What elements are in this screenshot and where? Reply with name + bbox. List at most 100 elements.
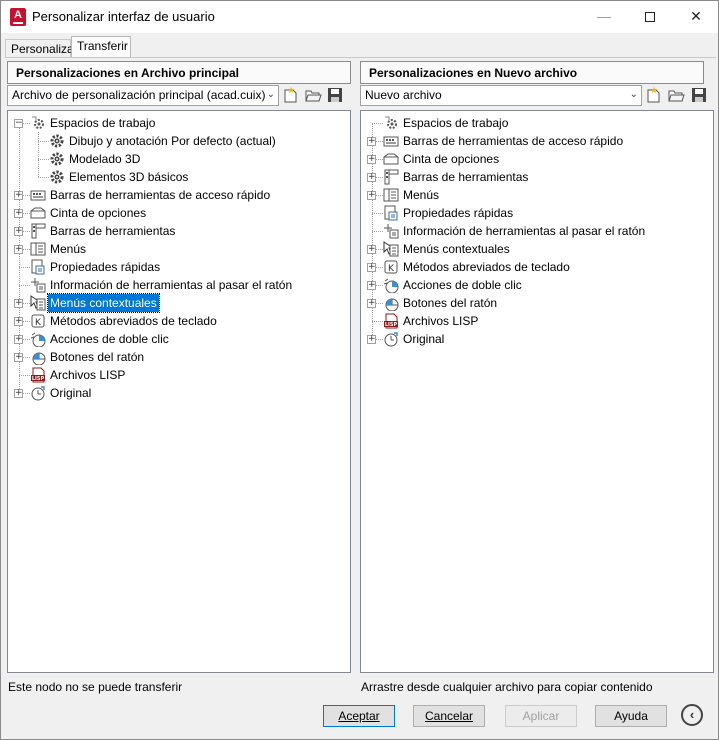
maximize-icon[interactable] (627, 1, 673, 31)
expand-node-icon[interactable]: + (367, 335, 376, 344)
expand-node-icon[interactable]: + (14, 245, 23, 254)
new-file-icon[interactable] (645, 86, 663, 104)
expand-node-icon[interactable]: + (367, 299, 376, 308)
left-file-select[interactable]: Archivo de personalización principal (ac… (7, 85, 279, 106)
apply-button[interactable]: Aplicar (505, 705, 577, 727)
expand-node-icon[interactable]: + (14, 299, 23, 308)
tree-node[interactable]: Propiedades rápidas (8, 258, 350, 276)
expand-node-icon[interactable]: + (14, 317, 23, 326)
tree-node[interactable]: + K Métodos abreviados de teclado (361, 258, 713, 276)
right-tree-view[interactable]: Espacios de trabajo + Barras de herramient… (360, 110, 714, 673)
tree-node-label: Acciones de doble clic (403, 278, 522, 292)
double-click-icon (30, 332, 46, 347)
expand-node-icon[interactable]: + (14, 353, 23, 362)
expand-node-icon[interactable]: + (14, 389, 23, 398)
tree-node[interactable]: + Menús (361, 186, 713, 204)
expand-node-icon[interactable]: + (14, 227, 23, 236)
tree-node[interactable]: Información de herramientas al pasar el … (8, 276, 350, 294)
tree-node-label: Archivos LISP (403, 314, 479, 328)
chevron-down-icon: ⌄ (266, 89, 275, 100)
tree-node-label: Acciones de doble clic (50, 332, 169, 346)
tree-node-label: Información de herramientas al pasar el … (403, 224, 646, 238)
quick-properties-icon (31, 259, 45, 275)
transfer-tab-content: Personalizaciones en Archivo principal A… (5, 57, 716, 697)
new-file-icon[interactable] (282, 86, 300, 104)
help-button-label: Ayuda (614, 709, 648, 723)
left-tree-view[interactable]: − Espacios de trabajo Dibujo y anotación P… (7, 110, 351, 673)
tree-node[interactable]: + Cinta de opciones (8, 204, 350, 222)
tree-node[interactable]: Espacios de trabajo (361, 114, 713, 132)
left-file-select-value: Archivo de personalización principal (ac… (12, 88, 266, 102)
tree-node[interactable]: LISP Archivos LISP (361, 312, 713, 330)
svg-text:LISP: LISP (385, 322, 398, 328)
right-file-select[interactable]: Nuevo archivo ⌄ (360, 85, 642, 106)
tab-personalizar[interactable]: Personalizar (5, 39, 78, 58)
tree-node[interactable]: + Barras de herramientas (8, 222, 350, 240)
open-file-icon[interactable] (304, 86, 322, 104)
tree-node[interactable]: + Acciones de doble clic (8, 330, 350, 348)
tree-node[interactable]: Modelado 3D (8, 150, 350, 168)
tree-node[interactable]: Dibujo y anotación Por defecto (actual) (8, 132, 350, 150)
toolbars-icon (384, 169, 399, 185)
ribbon-icon (383, 153, 399, 165)
tree-node-label: Barras de herramientas de acceso rápido (403, 134, 624, 148)
expand-node-icon[interactable]: + (14, 209, 23, 218)
tree-node[interactable]: − Espacios de trabajo (8, 114, 350, 132)
cancel-button[interactable]: Cancelar (413, 705, 485, 727)
expand-node-icon[interactable]: + (367, 245, 376, 254)
tree-node[interactable]: Elementos 3D básicos (8, 168, 350, 186)
double-click-icon (383, 278, 399, 293)
tree-branch-line (372, 321, 383, 322)
expand-node-icon[interactable]: + (14, 335, 23, 344)
tab-transferir[interactable]: Transferir (71, 36, 131, 58)
tree-node-label: Menús (403, 188, 440, 202)
menus-icon (383, 188, 399, 202)
expand-node-icon[interactable]: + (367, 191, 376, 200)
tree-node[interactable]: Información de herramientas al pasar el … (361, 222, 713, 240)
tree-node[interactable]: + Barras de herramientas (361, 168, 713, 186)
expand-node-icon[interactable]: + (367, 155, 376, 164)
expand-node-icon[interactable]: + (14, 191, 23, 200)
save-file-icon[interactable] (690, 86, 708, 104)
left-status-text: Este nodo no se puede transferir (8, 680, 183, 694)
tree-branch-line (38, 177, 49, 178)
tree-node[interactable]: + Menús (8, 240, 350, 258)
tree-node[interactable]: LISP Archivos LISP (8, 366, 350, 384)
chevron-down-icon: ⌄ (629, 89, 638, 100)
accept-button[interactable]: Aceptar (323, 705, 395, 727)
help-button[interactable]: Ayuda (595, 705, 667, 727)
tree-node[interactable]: + K Métodos abreviados de teclado (8, 312, 350, 330)
ribbon-icon (30, 207, 46, 219)
tree-node-label: Espacios de trabajo (403, 116, 509, 130)
expand-node-icon[interactable]: + (367, 137, 376, 146)
tree-node[interactable]: + Botones del ratón (361, 294, 713, 312)
tree-node[interactable]: + Botones del ratón (8, 348, 350, 366)
collapse-arrow-icon[interactable]: ‹ (681, 704, 703, 726)
tree-node[interactable]: + Acciones de doble clic (361, 276, 713, 294)
tree-node[interactable]: + Menús contextuales (8, 293, 350, 313)
tree-node[interactable]: + Original (361, 330, 713, 348)
tree-node[interactable]: + Cinta de opciones (361, 150, 713, 168)
tree-node-label: Barras de herramientas (50, 224, 176, 238)
legacy-icon (384, 332, 398, 347)
tree-node-label: Barras de herramientas de acceso rápido (50, 188, 271, 202)
left-panel: Personalizaciones en Archivo principal (7, 61, 351, 84)
collapse-node-icon[interactable]: − (14, 119, 23, 128)
tree-branch-line (38, 141, 49, 142)
tree-node[interactable]: + Menús contextuales (361, 240, 713, 258)
tree-branch-line (372, 213, 383, 214)
open-file-icon[interactable] (667, 86, 685, 104)
tree-node[interactable]: Propiedades rápidas (361, 204, 713, 222)
tree-branch-line (372, 231, 383, 232)
minimize-icon[interactable]: — (581, 1, 627, 31)
save-file-icon[interactable] (326, 86, 344, 104)
expand-node-icon[interactable]: + (367, 281, 376, 290)
close-icon[interactable]: ✕ (673, 1, 719, 31)
tree-node[interactable]: + Barras de herramientas de acceso rápido (361, 132, 713, 150)
tree-node[interactable]: + Barras de herramientas de acceso rápido (8, 186, 350, 204)
tree-node[interactable]: + Original (8, 384, 350, 402)
autocad-app-icon: A (10, 8, 26, 26)
expand-node-icon[interactable]: + (367, 263, 376, 272)
expand-node-icon[interactable]: + (367, 173, 376, 182)
title-bar[interactable]: A Personalizar interfaz de usuario — ✕ (1, 1, 718, 33)
